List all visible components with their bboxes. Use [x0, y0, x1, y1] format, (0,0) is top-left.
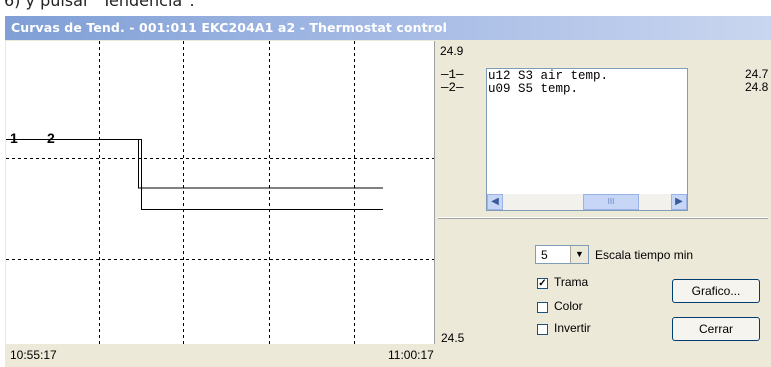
title-bar[interactable]: Curvas de Tend. - 001:011 EKC204A1 a2 - …: [5, 16, 771, 40]
legend-horizontal-scrollbar[interactable]: ◀ III ▶: [487, 194, 687, 210]
document-caption: 6) y pulsar "Tendencia".: [4, 0, 195, 10]
curve-2: [6, 139, 383, 210]
invertir-label[interactable]: Invertir: [554, 321, 591, 335]
dropdown-arrow-icon[interactable]: ▼: [570, 246, 588, 263]
legend-marker-2: —2—: [441, 81, 464, 95]
y-axis-bottom-label: 24.5: [441, 331, 465, 345]
legend-value-1: 24.7: [745, 67, 769, 81]
scroll-thumb[interactable]: III: [583, 194, 639, 210]
time-scale-select[interactable]: 5 ▼: [535, 245, 589, 264]
scroll-right-button[interactable]: ▶: [671, 194, 687, 210]
invertir-checkbox[interactable]: [537, 324, 548, 335]
window-title: Curvas de Tend. - 001:011 EKC204A1 a2 - …: [11, 20, 447, 35]
trama-checkbox[interactable]: ✓: [537, 278, 548, 289]
time-scale-label: Escala tiempo min: [595, 248, 694, 262]
trama-label[interactable]: Trama: [554, 275, 588, 289]
scroll-left-button[interactable]: ◀: [487, 194, 503, 210]
trend-plot: 1 2: [6, 41, 434, 344]
cerrar-button[interactable]: Cerrar: [672, 317, 760, 341]
legend-item-1[interactable]: u12 S3 air temp.: [488, 69, 608, 83]
trend-plot-area: 1 2: [6, 41, 435, 344]
time-axis: 10:55:17 11:00:17: [6, 344, 441, 367]
legend-panel: —1— —2— u12 S3 air temp. u09 S5 temp. ◀ …: [438, 58, 768, 218]
grafico-button[interactable]: Grafico...: [672, 279, 760, 303]
legend-marker-1: —1—: [441, 68, 464, 82]
curve-label-1: 1: [10, 130, 18, 146]
time-start-label: 10:55:17: [10, 348, 57, 362]
y-axis-top-label: 24.9: [440, 44, 464, 58]
curve-1: [6, 139, 383, 189]
time-end-label: 11:00:17: [388, 348, 434, 362]
legend-value-2: 24.8: [745, 80, 769, 94]
trend-window: Curvas de Tend. - 001:011 EKC204A1 a2 - …: [5, 16, 771, 367]
curve-label-2: 2: [47, 130, 55, 146]
legend-list[interactable]: u12 S3 air temp. u09 S5 temp. ◀ III ▶: [486, 68, 688, 211]
color-label[interactable]: Color: [554, 299, 583, 313]
legend-item-2[interactable]: u09 S5 temp.: [488, 82, 578, 96]
time-scale-value: 5: [541, 248, 548, 262]
color-checkbox[interactable]: [537, 302, 548, 313]
plot-grid: [6, 41, 434, 344]
